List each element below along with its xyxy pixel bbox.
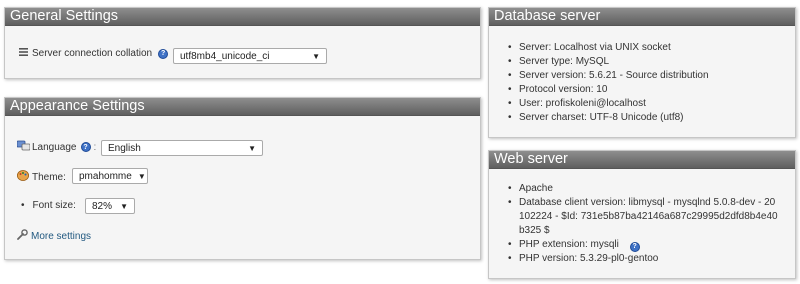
general-settings-title: General Settings: [5, 8, 480, 26]
database-server-list: Server: Localhost via UNIX socket Server…: [503, 41, 788, 125]
web-server-panel: Web server Apache Database client versio…: [488, 150, 796, 279]
appearance-settings-panel: Appearance Settings Language ? : English…: [4, 97, 481, 260]
list-item: User: profiskoleni@localhost: [503, 97, 788, 111]
language-icon: [16, 140, 31, 154]
bullet-icon: •: [21, 200, 25, 211]
theme-select-value: pmahomme: [79, 170, 132, 182]
web-server-list: Apache Database client version: libmysql…: [503, 182, 779, 266]
list-item: PHP version: 5.3.29-pl0-gentoo: [503, 252, 779, 266]
more-settings-link[interactable]: More settings: [31, 231, 91, 242]
list-item: Server charset: UTF-8 Unicode (utf8): [503, 111, 788, 125]
fontsize-select[interactable]: 82% ▼: [85, 198, 135, 214]
list-item: Server version: 5.6.21 - Source distribu…: [503, 69, 788, 83]
list-item: Server: Localhost via UNIX socket: [503, 41, 788, 55]
php-extension-text: PHP extension: mysqli: [519, 239, 619, 250]
fontsize-select-value: 82%: [92, 200, 113, 212]
theme-select[interactable]: pmahomme ▼: [72, 168, 148, 184]
list-icon: [19, 48, 28, 59]
fontsize-row: • Font size:: [21, 200, 76, 211]
theme-palette-icon: [17, 170, 30, 184]
list-item: Database client version: libmysql - mysq…: [503, 196, 779, 238]
theme-row: Theme:: [17, 170, 66, 184]
language-select-value: English: [108, 142, 141, 154]
appearance-settings-title: Appearance Settings: [5, 98, 480, 116]
chevron-down-icon: ▼: [248, 143, 256, 153]
language-colon: :: [93, 141, 97, 153]
chevron-down-icon: ▼: [120, 201, 128, 211]
language-label: Language: [32, 141, 77, 153]
theme-label: Theme:: [32, 171, 66, 183]
collation-row: Server connection collation ?: [19, 48, 169, 59]
list-item: Apache: [503, 182, 779, 196]
collation-select-value: utf8mb4_unicode_ci: [180, 50, 270, 62]
chevron-down-icon: ▼: [312, 51, 320, 61]
more-settings-row[interactable]: More settings: [17, 229, 91, 243]
list-item: Protocol version: 10: [503, 83, 788, 97]
chevron-down-icon: ▼: [137, 171, 146, 181]
database-server-title: Database server: [489, 8, 795, 26]
collation-label: Server connection collation: [32, 48, 153, 59]
fontsize-label: Font size:: [32, 200, 76, 211]
language-row: Language ? :: [16, 140, 97, 154]
collation-select[interactable]: utf8mb4_unicode_ci ▼: [173, 48, 327, 64]
help-icon[interactable]: ?: [80, 142, 91, 152]
general-settings-panel: General Settings Server connection colla…: [4, 7, 481, 79]
wrench-icon: [17, 229, 29, 243]
help-icon[interactable]: ?: [158, 48, 169, 59]
list-item: Server type: MySQL: [503, 55, 788, 69]
list-item: PHP extension: mysqli ?: [503, 238, 779, 252]
language-select[interactable]: English ▼: [101, 140, 263, 156]
web-server-title: Web server: [489, 151, 795, 169]
database-server-panel: Database server Server: Localhost via UN…: [488, 7, 796, 138]
help-icon[interactable]: ?: [629, 242, 640, 252]
